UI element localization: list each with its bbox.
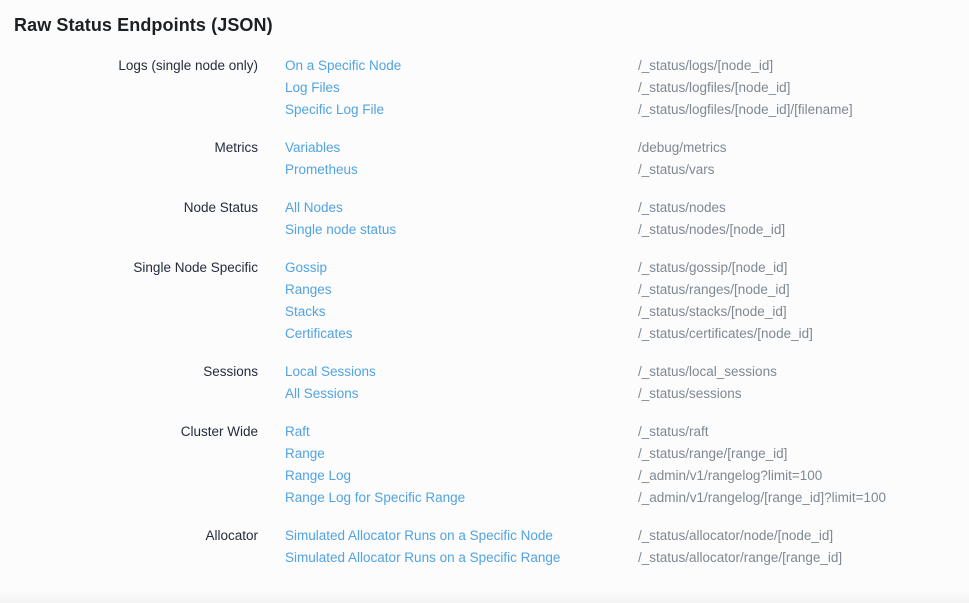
- category-label-sessions: Sessions: [0, 361, 258, 405]
- url-status-ranges: /_status/ranges/[node_id]: [638, 279, 969, 301]
- url-status-allocator-range: /_status/allocator/range/[range_id]: [638, 547, 969, 569]
- category-label-allocator: Allocator: [0, 525, 258, 569]
- link-log-files[interactable]: Log Files: [285, 77, 340, 99]
- url-status-logfiles-filename: /_status/logfiles/[node_id]/[filename]: [638, 99, 969, 121]
- url-status-certificates: /_status/certificates/[node_id]: [638, 323, 969, 345]
- url-status-range: /_status/range/[range_id]: [638, 443, 969, 465]
- link-stacks[interactable]: Stacks: [285, 301, 326, 323]
- url-status-allocator-node: /_status/allocator/node/[node_id]: [638, 525, 969, 547]
- endpoint-group-allocator: Allocator Simulated Allocator Runs on a …: [0, 525, 969, 569]
- endpoint-group-node-status: Node Status All Nodes Single node status…: [0, 197, 969, 241]
- link-raft[interactable]: Raft: [285, 421, 310, 443]
- url-status-local-sessions: /_status/local_sessions: [638, 361, 969, 383]
- url-status-gossip: /_status/gossip/[node_id]: [638, 257, 969, 279]
- link-simulated-allocator-range[interactable]: Simulated Allocator Runs on a Specific R…: [285, 547, 560, 569]
- link-prometheus[interactable]: Prometheus: [285, 159, 358, 181]
- endpoint-group-sessions: Sessions Local Sessions All Sessions /_s…: [0, 361, 969, 405]
- category-label-single-node-specific: Single Node Specific: [0, 257, 258, 345]
- url-admin-rangelog: /_admin/v1/rangelog?limit=100: [638, 465, 969, 487]
- url-status-logs: /_status/logs/[node_id]: [638, 55, 969, 77]
- link-range-log[interactable]: Range Log: [285, 465, 351, 487]
- url-admin-rangelog-range-id: /_admin/v1/rangelog/[range_id]?limit=100: [638, 487, 969, 509]
- link-ranges[interactable]: Ranges: [285, 279, 332, 301]
- category-label-metrics: Metrics: [0, 137, 258, 181]
- page-bottom-gutter: [0, 590, 969, 603]
- url-status-logfiles: /_status/logfiles/[node_id]: [638, 77, 969, 99]
- url-status-sessions: /_status/sessions: [638, 383, 969, 405]
- link-range[interactable]: Range: [285, 443, 325, 465]
- category-label-logs: Logs (single node only): [0, 55, 258, 121]
- link-gossip[interactable]: Gossip: [285, 257, 327, 279]
- link-single-node-status[interactable]: Single node status: [285, 219, 396, 241]
- endpoint-group-logs: Logs (single node only) On a Specific No…: [0, 55, 969, 121]
- page-title: Raw Status Endpoints (JSON): [14, 13, 969, 37]
- link-certificates[interactable]: Certificates: [285, 323, 353, 345]
- link-variables[interactable]: Variables: [285, 137, 340, 159]
- url-status-stacks: /_status/stacks/[node_id]: [638, 301, 969, 323]
- endpoint-group-single-node-specific: Single Node Specific Gossip Ranges Stack…: [0, 257, 969, 345]
- link-simulated-allocator-node[interactable]: Simulated Allocator Runs on a Specific N…: [285, 525, 553, 547]
- link-specific-log-file[interactable]: Specific Log File: [285, 99, 384, 121]
- link-range-log-specific-range[interactable]: Range Log for Specific Range: [285, 487, 465, 509]
- url-debug-metrics: /debug/metrics: [638, 137, 969, 159]
- url-status-raft: /_status/raft: [638, 421, 969, 443]
- debug-endpoints-page: Raw Status Endpoints (JSON) Logs (single…: [0, 13, 969, 603]
- link-all-sessions[interactable]: All Sessions: [285, 383, 359, 405]
- endpoint-group-cluster-wide: Cluster Wide Raft Range Range Log Range …: [0, 421, 969, 509]
- url-status-nodes-node-id: /_status/nodes/[node_id]: [638, 219, 969, 241]
- endpoint-group-metrics: Metrics Variables Prometheus /debug/metr…: [0, 137, 969, 181]
- category-label-cluster-wide: Cluster Wide: [0, 421, 258, 509]
- link-on-a-specific-node[interactable]: On a Specific Node: [285, 55, 401, 77]
- category-label-node-status: Node Status: [0, 197, 258, 241]
- url-status-nodes: /_status/nodes: [638, 197, 969, 219]
- link-all-nodes[interactable]: All Nodes: [285, 197, 343, 219]
- link-local-sessions[interactable]: Local Sessions: [285, 361, 376, 383]
- endpoint-groups: Logs (single node only) On a Specific No…: [0, 55, 969, 569]
- url-status-vars: /_status/vars: [638, 159, 969, 181]
